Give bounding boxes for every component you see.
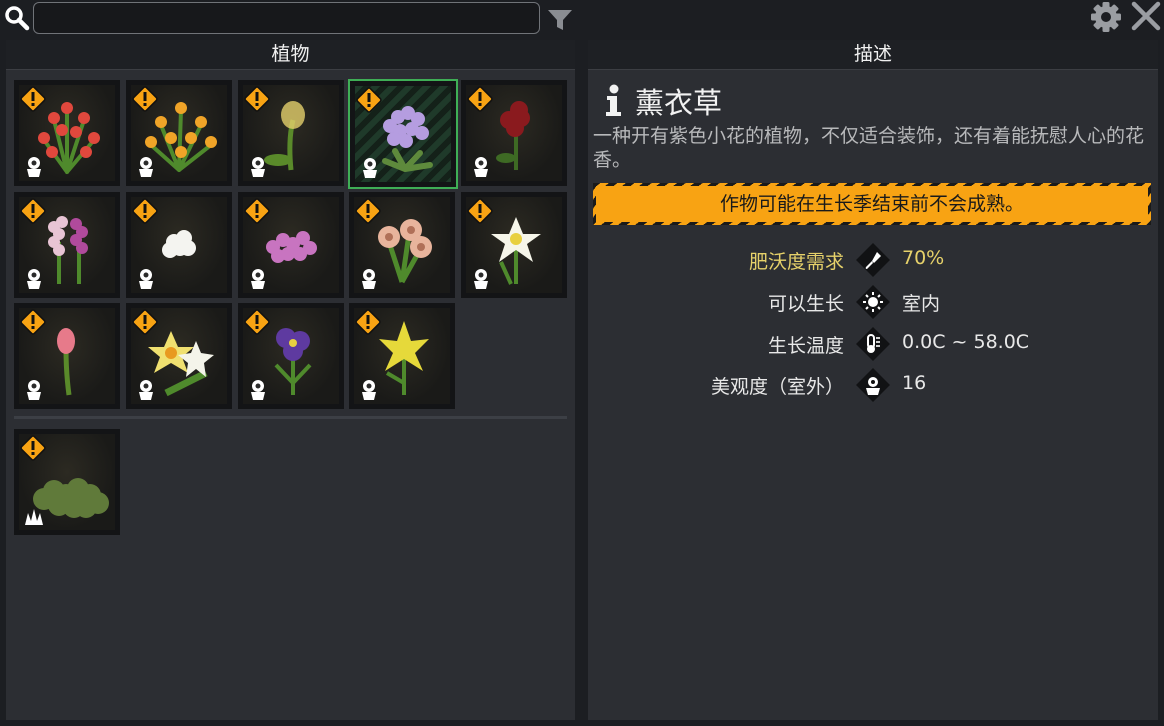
thermometer-icon	[855, 326, 891, 362]
warning-icon	[355, 309, 381, 335]
info-icon	[606, 84, 621, 116]
flower-pot-icon	[251, 157, 265, 177]
plant-tile-white-flower-plant[interactable]	[126, 192, 232, 298]
stat-label: 生长温度	[767, 335, 844, 357]
shovel-icon	[855, 242, 891, 278]
warning-icon	[467, 86, 493, 112]
flower-pot-icon	[362, 380, 376, 400]
stat-label: 美观度（室外）	[710, 376, 844, 398]
warning-icon	[355, 198, 381, 224]
warning-icon	[20, 309, 46, 335]
plant-tile-yellow-lily-plant[interactable]	[349, 303, 455, 409]
plant-tile-yellow-tulip-plant[interactable]	[238, 80, 344, 186]
plant-name: 薰衣草	[635, 86, 723, 120]
warning-icon	[467, 198, 493, 224]
plant-tile-green-bush-plant[interactable]	[14, 429, 120, 535]
flower-pot-icon	[27, 269, 41, 289]
stat-value: 室内	[902, 293, 941, 315]
close-icon[interactable]	[1130, 0, 1162, 32]
stat-value: 16	[902, 372, 927, 394]
plant-tile-hyacinth-plant[interactable]	[14, 192, 120, 298]
flower-pot-icon	[251, 380, 265, 400]
plant-tile-daffodil-plant[interactable]	[126, 303, 232, 409]
flower-pot-icon	[474, 269, 488, 289]
flower-pot-icon	[27, 157, 41, 177]
flower-pot-icon	[139, 269, 153, 289]
flower-pot-icon	[251, 269, 265, 289]
stat-row: 可以生长 室内	[588, 282, 1158, 322]
plant-tile-red-flower-plant[interactable]	[14, 80, 120, 186]
search-icon[interactable]	[4, 5, 30, 31]
warning-icon	[132, 198, 158, 224]
stat-label: 可以生长	[767, 293, 844, 315]
warning-icon	[244, 198, 270, 224]
stat-row: 生长温度 0.0C ~ 58.0C	[588, 324, 1158, 364]
plant-tile-dark-red-rose-plant[interactable]	[461, 80, 567, 186]
plant-tile-white-lily-plant[interactable]	[461, 192, 567, 298]
stat-value: 0.0C ~ 58.0C	[902, 331, 1030, 353]
stat-value: 70%	[902, 247, 945, 269]
search-input[interactable]	[33, 2, 540, 34]
flower-pot-icon	[139, 380, 153, 400]
maturity-warning-banner: 作物可能在生长季结束前不会成熟。	[593, 183, 1151, 225]
flower-pot-icon	[474, 157, 488, 177]
filter-icon[interactable]	[547, 8, 573, 32]
warning-icon	[132, 86, 158, 112]
plant-tile-pink-tulip-plant[interactable]	[14, 303, 120, 409]
flower-pot-icon	[139, 157, 153, 177]
plant-tile-purple-iris-plant[interactable]	[238, 303, 344, 409]
plants-panel-title: 植物	[6, 40, 575, 70]
description-panel: 描述 薰衣草 一种开有紫色小花的植物，不仅适合装饰，还有着能抚慰人心的花香。 作…	[588, 40, 1158, 720]
plant-tile-pink-phlox-plant[interactable]	[238, 192, 344, 298]
plant-tile-orange-flower-plant[interactable]	[126, 80, 232, 186]
flower-pot-icon	[27, 380, 41, 400]
plant-description: 一种开有紫色小花的植物，不仅适合装饰，还有着能抚慰人心的花香。	[593, 125, 1145, 171]
warning-icon	[356, 87, 382, 113]
grid-divider	[14, 416, 567, 419]
stat-row: 肥沃度需求 70%	[588, 240, 1158, 280]
grass-icon	[25, 509, 43, 525]
flower-pot-icon	[362, 269, 376, 289]
gear-icon[interactable]	[1089, 0, 1123, 34]
sun-icon	[855, 284, 891, 320]
description-panel-title: 描述	[588, 40, 1158, 70]
warning-icon	[20, 86, 46, 112]
warning-icon	[20, 435, 46, 461]
warning-icon	[132, 309, 158, 335]
warning-icon	[244, 309, 270, 335]
warning-icon	[20, 198, 46, 224]
plant-tile-peach-rose-plant[interactable]	[349, 192, 455, 298]
flower-icon	[855, 367, 891, 403]
stat-row: 美观度（室外） 16	[588, 365, 1158, 405]
stat-label: 肥沃度需求	[748, 251, 844, 273]
plant-tile-lavender-plant[interactable]	[348, 79, 458, 189]
warning-icon	[244, 86, 270, 112]
flower-pot-icon	[363, 158, 377, 178]
plants-panel: 植物	[6, 40, 575, 720]
